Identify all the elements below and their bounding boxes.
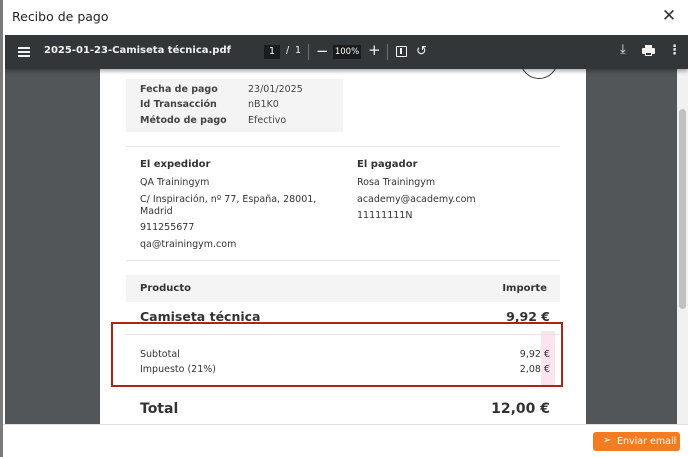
download-icon[interactable]: ⤓: [620, 42, 626, 57]
payer-heading: El pagador: [357, 159, 418, 170]
divider: [126, 146, 560, 147]
info-label: Fecha de pago: [140, 84, 218, 95]
close-button[interactable]: ✕: [660, 6, 678, 26]
print-icon[interactable]: [642, 45, 655, 56]
amount-column-header: Importe: [502, 283, 547, 294]
send-email-label: Enviar email: [617, 436, 677, 447]
zoom-level-input[interactable]: 100%: [333, 45, 361, 59]
info-label: Id Transacción: [140, 99, 217, 110]
pdf-toolbar: 2025-01-23-Camiseta técnica.pdf 1 / 1 − …: [5, 35, 688, 69]
info-label: Método de pago: [140, 115, 227, 126]
zoom-out-button[interactable]: −: [316, 42, 329, 60]
page-separator: /: [286, 45, 290, 56]
rotate-icon[interactable]: ↺: [416, 44, 427, 59]
modal-header: Recibo de pago ✕: [3, 0, 688, 34]
payment-info-box: Fecha de pago 23/01/2025 Id Transacción …: [126, 79, 343, 132]
modal-title: Recibo de pago: [12, 9, 109, 24]
scrollbar[interactable]: [677, 69, 688, 424]
pdf-viewer: 2025-01-23-Camiseta técnica.pdf 1 / 1 − …: [5, 35, 688, 424]
receipt-modal: Recibo de pago ✕ 2025-01-23-Camiseta téc…: [3, 0, 688, 457]
hamburger-menu-icon[interactable]: [17, 44, 33, 60]
product-column-header: Producto: [140, 283, 191, 294]
info-value: 23/01/2025: [248, 84, 303, 95]
product-table-header: Producto Importe: [126, 275, 560, 302]
payer-email: academy@academy.com: [357, 194, 476, 205]
divider: [126, 260, 560, 261]
fit-page-icon[interactable]: [396, 46, 407, 57]
info-value: Efectivo: [248, 115, 287, 126]
paper-plane-icon: ➢: [603, 435, 612, 446]
payer-id: 11111111N: [357, 210, 413, 221]
sender-heading: El expedidor: [140, 159, 211, 170]
send-email-button[interactable]: ➢ Enviar email: [593, 432, 680, 451]
sender-name: QA Trainingym: [140, 177, 210, 188]
toolbar-divider: [308, 44, 309, 60]
pdf-page: Fecha de pago 23/01/2025 Id Transacción …: [100, 41, 586, 424]
more-options-icon[interactable]: ⋮: [668, 43, 681, 58]
highlight-box: [111, 322, 563, 387]
scrollbar-thumb[interactable]: [679, 109, 686, 309]
page-total: 1: [295, 45, 302, 56]
payer-name: Rosa Trainingym: [357, 177, 436, 188]
modal-footer: ➢ Enviar email: [3, 424, 688, 457]
page-number-input[interactable]: 1: [264, 45, 280, 59]
sender-phone: 911255677: [140, 222, 195, 233]
total-value: 12,00 €: [491, 401, 550, 417]
zoom-in-button[interactable]: +: [368, 41, 381, 59]
toolbar-divider: [387, 44, 388, 60]
pdf-filename: 2025-01-23-Camiseta técnica.pdf: [44, 45, 231, 56]
info-value: nB1K0: [248, 99, 279, 110]
sender-address-line-2: Madrid: [140, 206, 173, 217]
total-label: Total: [140, 401, 179, 417]
sender-address-line-1: C/ Inspiración, nº 77, España, 28001,: [140, 194, 317, 205]
sender-email: qa@trainingym.com: [140, 239, 237, 250]
